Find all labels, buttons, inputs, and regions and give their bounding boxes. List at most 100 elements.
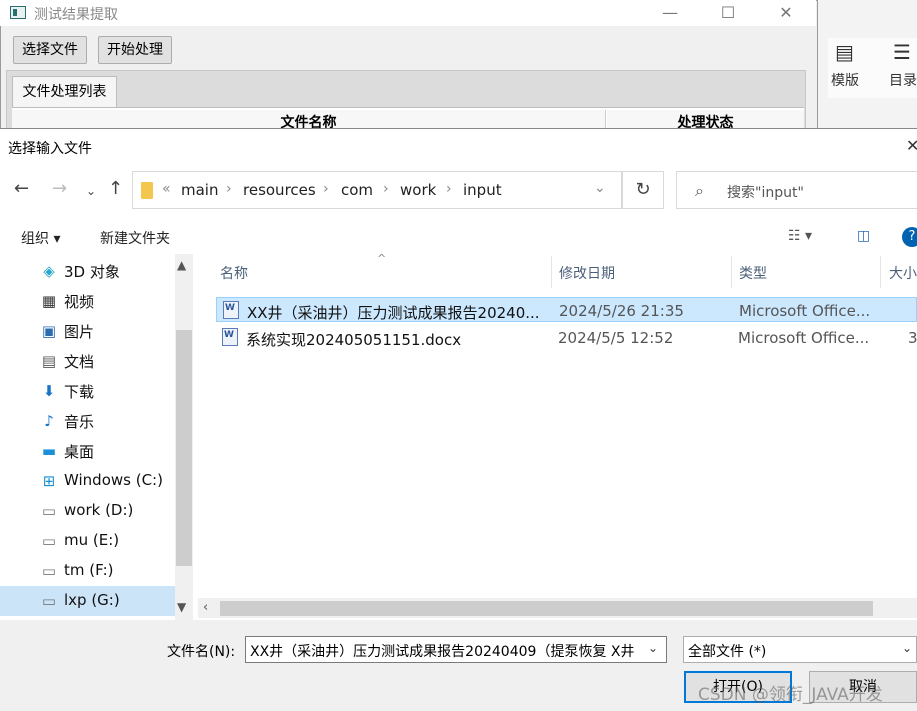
file-name: 系统实现202405051151.docx [246,331,462,349]
scroll-up-icon[interactable]: ▲ [177,258,186,272]
tab-file-process-list[interactable]: 文件处理列表 [12,76,117,108]
search-box[interactable]: ⌕ 搜索"input" [676,171,917,209]
address-dropdown-chevron-icon[interactable]: ⌄ [594,180,606,196]
file-row[interactable]: XX井（采油井）压力测试成果报告20240... 2024/5/26 21:35… [216,297,917,322]
nav-item-drive-g[interactable]: ▭ lxp (G:) [0,586,175,616]
nav-item-label: 桌面 [64,443,95,461]
nav-item-label: 音乐 [64,413,95,431]
file-type: Microsoft Office... [739,302,871,320]
breadcrumb-work[interactable]: work [400,181,436,199]
app-icon [10,6,26,19]
filename-value: XX井（采油井）压力测试成果报告20240409（提泵恢复 X井 [250,644,635,660]
breadcrumb-separator-icon: › [446,181,452,197]
nav-scrollbar-thumb[interactable] [176,330,192,566]
template-icon[interactable]: ▤ [835,40,854,64]
nav-item-downloads[interactable]: ⬇ 下载 [0,376,175,406]
nav-item-video[interactable]: ▦ 视频 [0,286,175,316]
music-icon: ♪ [44,412,54,430]
nav-item-drive-d[interactable]: ▭ work (D:) [0,496,175,526]
nav-item-label: work (D:) [64,501,134,519]
breadcrumb-separator-icon: › [323,181,329,197]
breadcrumb-separator-icon: › [383,181,389,197]
file-modified: 2024/5/26 21:35 [559,302,684,320]
chevron-down-icon[interactable]: ⌄ [648,641,658,655]
preview-pane-icon[interactable]: ◫ [857,228,870,244]
breadcrumb-overflow[interactable]: « [162,181,171,197]
nav-item-pictures[interactable]: ▣ 图片 [0,316,175,346]
filetype-value: 全部文件 (*) [688,644,767,660]
background-app-title: 测试结果提取 [34,7,118,23]
view-options-icon[interactable]: ☷ ▾ [788,228,812,244]
download-icon: ⬇ [42,382,56,400]
up-arrow-icon[interactable]: ↑ [108,178,123,199]
nav-item-drive-e[interactable]: ▭ mu (E:) [0,526,175,556]
new-folder-button[interactable]: 新建文件夹 [100,228,170,248]
close-button[interactable]: ✕ [766,2,806,24]
dialog-close-icon[interactable]: ✕ [906,136,917,155]
search-placeholder: 搜索"input" [727,185,804,201]
breadcrumb-resources[interactable]: resources [243,181,316,199]
start-process-button[interactable]: 开始处理 [98,36,172,64]
file-name: XX井（采油井）压力测试成果报告20240... [247,304,540,322]
refresh-icon[interactable]: ↻ [622,171,664,209]
documents-icon: ▤ [41,352,57,370]
word-document-icon [222,328,238,346]
nav-item-drive-c[interactable]: ⊞ Windows (C:) [0,466,175,496]
breadcrumb-com[interactable]: com [341,181,373,199]
organize-button[interactable]: 组织 ▾ [21,228,60,248]
right-app-ribbon [818,0,917,130]
drive-icon: ▭ [41,592,57,610]
nav-item-label: mu (E:) [64,531,120,549]
3d-objects-icon: ◈ [43,262,55,280]
recent-locations-chevron-icon[interactable]: ⌄ [86,184,96,198]
nav-item-label: 下载 [64,383,95,401]
search-icon: ⌕ [695,181,704,200]
filetype-select[interactable]: 全部文件 (*) ⌄ [683,636,917,663]
column-header-modified[interactable]: 修改日期 [559,263,615,283]
column-header-name[interactable]: 名称 [220,263,248,283]
nav-item-3d-objects[interactable]: ◈ 3D 对象 [0,256,175,286]
file-row[interactable]: 系统实现202405051151.docx 2024/5/5 12:52 Mic… [216,325,917,350]
nav-item-documents[interactable]: ▤ 文档 [0,346,175,376]
chevron-down-icon[interactable]: ⌄ [902,641,912,655]
column-header-size[interactable]: 大小 [889,263,917,283]
nav-item-drive-f[interactable]: ▭ tm (F:) [0,556,175,586]
file-size: 3 [908,329,917,347]
help-icon[interactable]: ? [902,227,917,247]
ribbon-toc-label[interactable]: 目录 [889,70,917,90]
nav-item-label: 图片 [64,323,95,341]
windows-drive-icon: ⊞ [42,472,56,490]
maximize-button[interactable]: ☐ [708,2,748,24]
breadcrumb-input[interactable]: input [463,181,502,199]
scroll-down-icon[interactable]: ▼ [177,600,186,614]
column-header-file-name[interactable]: 文件名称 [12,110,606,131]
nav-item-label: lxp (G:) [64,591,120,609]
column-header-status[interactable]: 处理状态 [607,110,804,131]
folder-icon [141,182,153,199]
nav-item-label: 文档 [64,353,95,371]
desktop-icon: ▬ [41,442,57,460]
column-divider[interactable] [551,256,552,288]
nav-item-label: Windows (C:) [64,471,163,489]
column-divider[interactable] [880,256,881,288]
scroll-left-icon[interactable]: ‹ [203,600,208,615]
nav-item-desktop[interactable]: ▬ 桌面 [0,436,175,466]
ribbon-template-label[interactable]: 模版 [831,70,859,90]
back-arrow-icon[interactable]: ← [14,178,29,199]
file-type: Microsoft Office... [738,329,870,347]
video-icon: ▦ [41,292,57,310]
minimize-button[interactable]: — [650,2,690,24]
filename-input[interactable]: XX井（采油井）压力测试成果报告20240409（提泵恢复 X井 ⌄ [245,636,667,663]
filename-label: 文件名(N): [167,644,236,660]
column-divider[interactable] [731,256,732,288]
drive-icon: ▭ [41,562,57,580]
select-file-button[interactable]: 选择文件 [13,36,87,64]
column-header-type[interactable]: 类型 [739,263,767,283]
breadcrumb-main[interactable]: main [181,181,218,199]
watermark: CSDN @领衔_JAVA开发 [698,685,883,705]
toc-icon[interactable]: ☰ [893,40,911,64]
forward-arrow-icon[interactable]: → [52,178,67,199]
nav-item-label: 3D 对象 [64,263,120,281]
nav-item-music[interactable]: ♪ 音乐 [0,406,175,436]
horizontal-scrollbar-thumb[interactable] [220,601,873,616]
